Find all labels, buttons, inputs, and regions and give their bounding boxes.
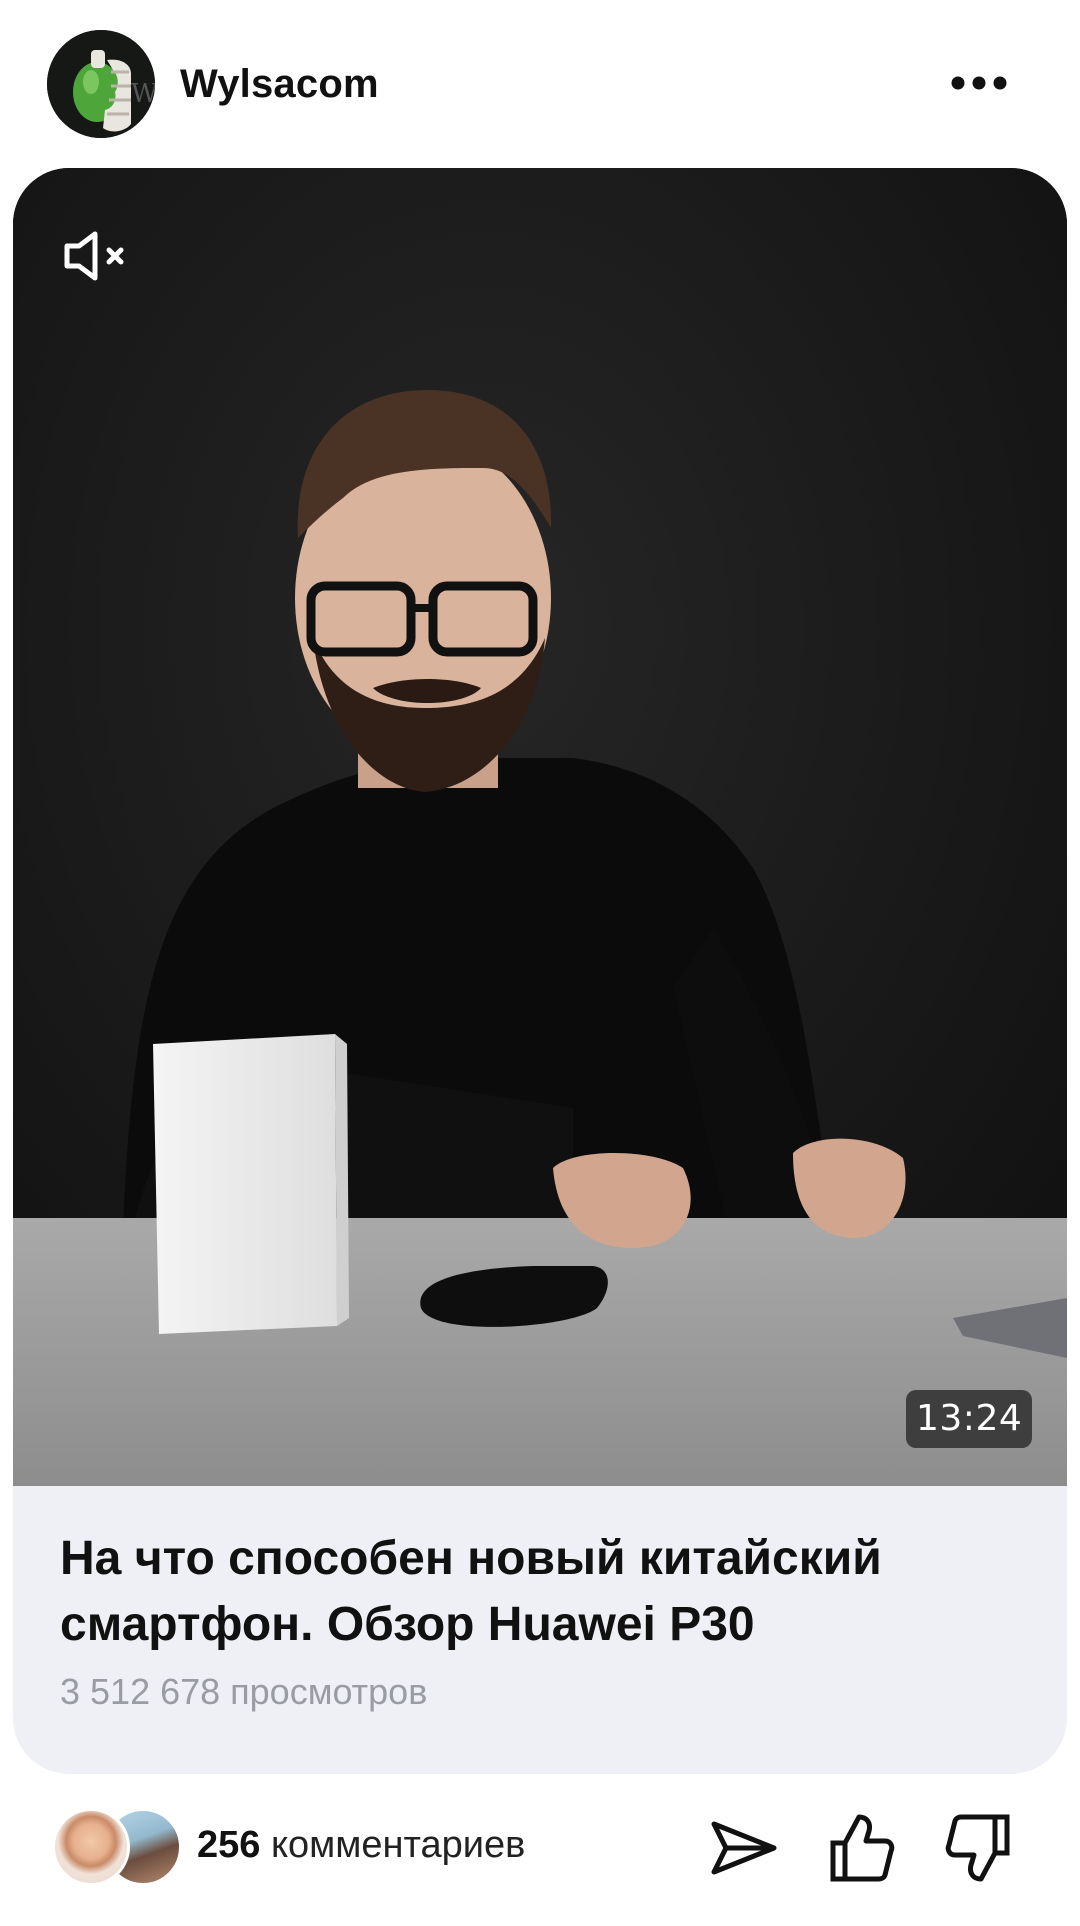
author-name[interactable]: Wylsacom bbox=[180, 58, 379, 110]
more-dots-icon bbox=[951, 76, 1007, 90]
comments-link[interactable]: 256 комментариев bbox=[197, 1820, 525, 1870]
mute-button[interactable] bbox=[61, 226, 141, 286]
comments-label: комментариев bbox=[270, 1824, 526, 1866]
post-header: W Wylsacom bbox=[0, 0, 1080, 168]
post-footer: 256 комментариев bbox=[0, 1790, 1080, 1910]
svg-text:W: W bbox=[131, 79, 155, 109]
thumb-up-icon bbox=[830, 1814, 895, 1882]
video-caption: На что способен новый китайский смартфон… bbox=[13, 1486, 1067, 1774]
commenter-avatars[interactable] bbox=[52, 1808, 182, 1886]
comments-count: 256 bbox=[197, 1824, 261, 1866]
video-title[interactable]: На что способен новый китайский смартфон… bbox=[60, 1526, 1020, 1658]
video-frame bbox=[13, 168, 1067, 1486]
video-duration: 13:24 bbox=[906, 1390, 1033, 1448]
commenter-avatar bbox=[52, 1808, 130, 1886]
share-button[interactable] bbox=[708, 1812, 780, 1884]
author-avatar[interactable]: W bbox=[47, 30, 155, 138]
more-options-button[interactable] bbox=[944, 60, 1014, 106]
send-icon bbox=[711, 1821, 777, 1875]
like-button[interactable] bbox=[826, 1812, 898, 1884]
video-player[interactable]: 13:24 bbox=[13, 168, 1067, 1486]
video-card: 13:24 На что способен новый китайский см… bbox=[13, 168, 1067, 1774]
dislike-button[interactable] bbox=[942, 1812, 1014, 1884]
thumb-down-icon bbox=[945, 1814, 1010, 1882]
volume-muted-icon bbox=[64, 231, 124, 281]
avatar-image: W bbox=[47, 30, 155, 138]
view-count: 3 512 678 просмотров bbox=[60, 1671, 428, 1712]
